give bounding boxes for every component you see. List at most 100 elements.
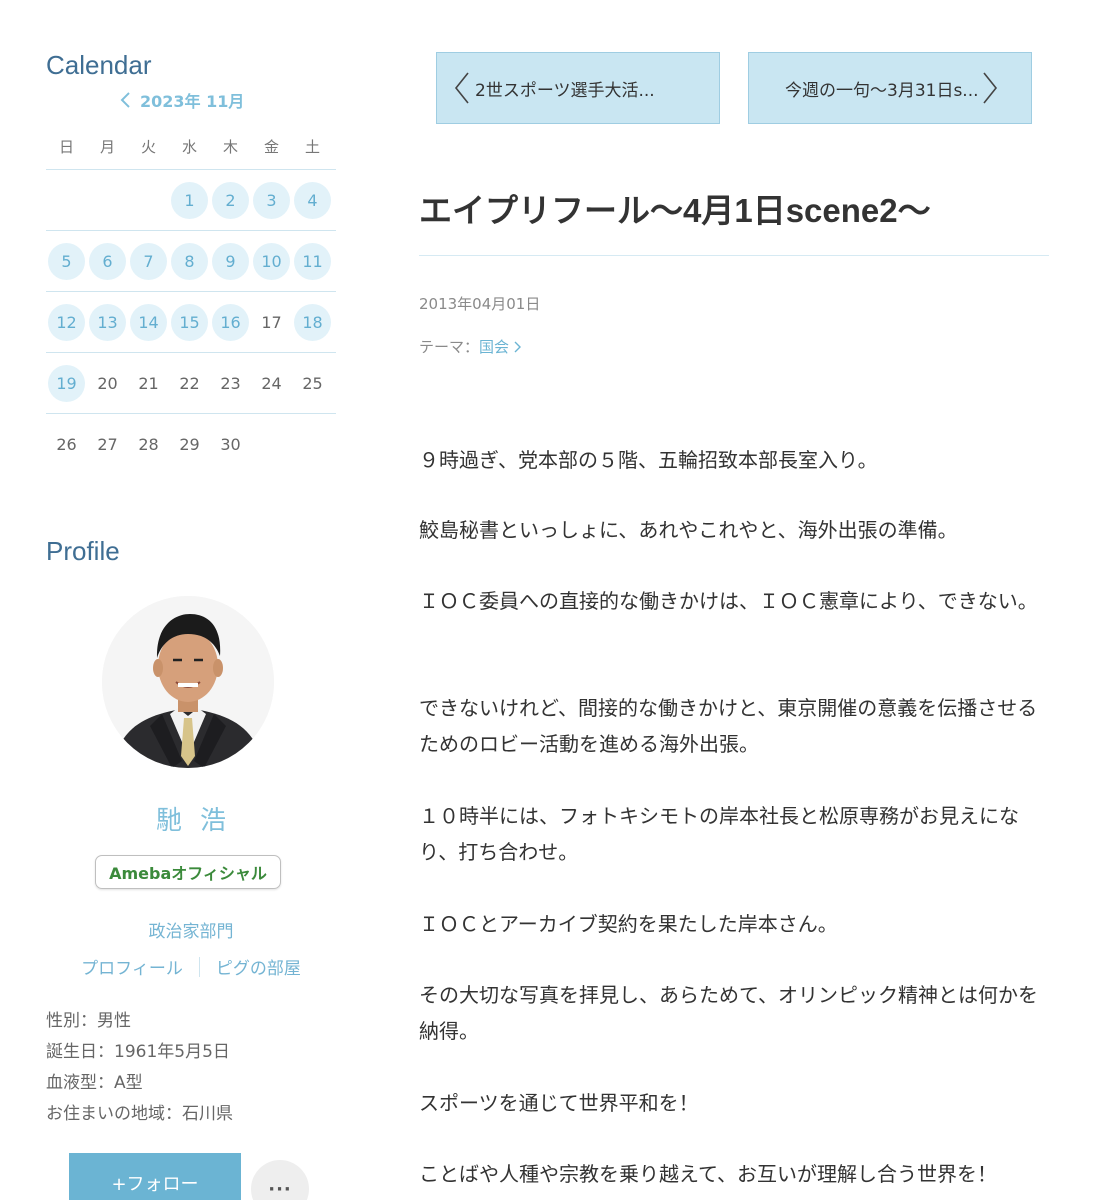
calendar-day: 20 xyxy=(97,373,118,393)
entry-theme: テーマ： 国会 xyxy=(419,336,522,357)
entry-paragraph: ＩＯＣとアーカイブ契約を果たした岸本さん。 xyxy=(419,912,838,936)
calendar-day: 25 xyxy=(302,373,323,393)
calendar-cell: 17 xyxy=(251,292,292,352)
entry-date: 2013年04月01日 xyxy=(419,295,541,313)
profile-link[interactable]: プロフィール xyxy=(81,954,183,979)
calendar-cell: 2 xyxy=(210,170,251,230)
profile-gender: 性別：男性 xyxy=(46,1011,131,1031)
entry-paragraph: 鮫島秘書といっしょに、あれやこれやと、海外出張の準備。 xyxy=(419,518,958,542)
calendar-cell: 24 xyxy=(251,353,292,413)
calendar-day[interactable]: 11 xyxy=(294,242,331,280)
entry-paragraph: ことばや人種や宗教を乗り越えて、お互いが理解し合う世界を！ xyxy=(419,1162,997,1186)
calendar-cell: 29 xyxy=(169,414,210,474)
profile-title: Profile xyxy=(46,536,120,566)
calendar-day[interactable]: 15 xyxy=(171,303,208,341)
calendar-month-label: 2023年 11月 xyxy=(140,92,245,111)
calendar-cell: 25 xyxy=(292,353,333,413)
calendar-cell xyxy=(87,170,128,230)
calendar-weekday: 金 xyxy=(263,138,279,156)
calendar-day: 21 xyxy=(138,373,159,393)
entry-paragraph: ＩＯＣ委員への直接的な働きかけは、ＩＯＣ憲章により、できない。 xyxy=(419,589,1038,613)
calendar-cell: 19 xyxy=(46,353,87,413)
pigg-room-link[interactable]: ピグの部屋 xyxy=(216,954,301,979)
calendar-cell: 12 xyxy=(46,292,87,352)
calendar-day[interactable]: 13 xyxy=(89,303,126,341)
profile-name[interactable]: 馳浩 xyxy=(46,800,336,837)
calendar-cell: 18 xyxy=(292,292,333,352)
category-link[interactable]: 政治家部門 xyxy=(46,917,336,942)
calendar-week-row: 12 13 14 15 16 17 18 xyxy=(46,291,336,352)
calendar-day: 30 xyxy=(220,434,241,454)
calendar-cell: 10 xyxy=(251,231,292,291)
next-entry-label: 今週の一句〜3月31日s... xyxy=(785,80,979,101)
profile-avatar[interactable] xyxy=(102,596,274,768)
calendar-day: 23 xyxy=(220,373,241,393)
calendar-cell: 20 xyxy=(87,353,128,413)
entry-paragraph: その大切な写真を拝見し、あらためて、オリンピック精神とは何かを納得。 xyxy=(419,983,1038,1043)
calendar-day[interactable]: 7 xyxy=(130,242,167,280)
calendar-cell: 28 xyxy=(128,414,169,474)
calendar-cell xyxy=(128,170,169,230)
entry-title[interactable]: エイプリフール〜4月1日scene2〜 xyxy=(419,184,931,232)
entry-paragraph: １０時半には、フォトキシモトの岸本社長と松原専務がお見えになり、打ち合わせ。 xyxy=(419,804,1019,864)
calendar-weekday: 月 xyxy=(99,138,115,156)
calendar-day[interactable]: 5 xyxy=(48,242,85,280)
entry-paragraph: ９時過ぎ、党本部の５階、五輪招致本部長室入り。 xyxy=(419,448,878,472)
calendar-day: 26 xyxy=(56,434,77,454)
prev-entry-button[interactable]: 2世スポーツ選手大活... xyxy=(436,52,720,124)
calendar-cell: 4 xyxy=(292,170,333,230)
calendar-day[interactable]: 2 xyxy=(212,181,249,219)
profile-links: プロフィール ピグの部屋 xyxy=(46,954,336,979)
follow-button[interactable]: +フォロー xyxy=(69,1153,241,1200)
calendar-day[interactable]: 14 xyxy=(130,303,167,341)
divider xyxy=(198,956,200,977)
calendar-cell: 27 xyxy=(87,414,128,474)
calendar-cell: 8 xyxy=(169,231,210,291)
chevron-right-icon xyxy=(514,341,522,352)
calendar-day: 22 xyxy=(179,373,200,393)
calendar-day[interactable]: 1 xyxy=(171,181,208,219)
theme-label: 国会 xyxy=(479,338,510,356)
calendar-day[interactable]: 6 xyxy=(89,242,126,280)
calendar-cell: 3 xyxy=(251,170,292,230)
calendar-day: 17 xyxy=(261,312,282,332)
calendar-cell: 26 xyxy=(46,414,87,474)
calendar-day[interactable]: 16 xyxy=(212,303,249,341)
calendar-week-row: 19 20 21 22 23 24 25 xyxy=(46,352,336,413)
calendar-weekday: 木 xyxy=(222,138,238,156)
calendar-cell xyxy=(251,414,292,474)
calendar-weekday: 火 xyxy=(140,138,156,156)
calendar-day[interactable]: 19 xyxy=(48,364,85,402)
calendar-day[interactable]: 18 xyxy=(294,303,331,341)
calendar-cell: 1 xyxy=(169,170,210,230)
calendar-day[interactable]: 3 xyxy=(253,181,290,219)
more-options-button[interactable]: ··· xyxy=(251,1160,309,1200)
calendar-day[interactable]: 10 xyxy=(253,242,290,280)
calendar-cell: 5 xyxy=(46,231,87,291)
calendar-day[interactable]: 8 xyxy=(171,242,208,280)
calendar-cell: 21 xyxy=(128,353,169,413)
blog-page: Calendar 2023年 11月 日月火水木金土 1 2 3 4 5 6 7 8 9 10 11 1… xyxy=(0,0,1108,1200)
calendar-day[interactable]: 12 xyxy=(48,303,85,341)
calendar-day[interactable]: 9 xyxy=(212,242,249,280)
theme-link[interactable]: 国会 xyxy=(479,336,522,357)
calendar-cell: 6 xyxy=(87,231,128,291)
calendar-weekday: 水 xyxy=(181,138,197,156)
entry-paragraph: スポーツを通じて世界平和を！ xyxy=(419,1091,699,1115)
calendar-day: 27 xyxy=(97,434,118,454)
calendar-week-row: 1234 xyxy=(46,169,336,230)
official-badge: Amebaオフィシャル xyxy=(95,855,281,889)
calendar-cell: 23 xyxy=(210,353,251,413)
calendar-cell xyxy=(46,170,87,230)
profile-region: お住まいの地域：石川県 xyxy=(46,1104,233,1124)
calendar-weekday: 土 xyxy=(304,138,320,156)
profile-birthday: 誕生日：1961年5月5日 xyxy=(46,1042,230,1062)
next-entry-button[interactable]: 今週の一句〜3月31日s... xyxy=(748,52,1032,124)
calendar-title: Calendar xyxy=(46,50,152,80)
calendar-week-row: 26 27 28 29 30 xyxy=(46,413,336,474)
calendar-day[interactable]: 4 xyxy=(294,181,331,219)
chevron-left-icon[interactable] xyxy=(118,88,134,112)
divider xyxy=(419,255,1049,256)
calendar-grid: 日月火水木金土 1 2 3 4 5 6 7 8 9 10 11 12 13 14 15 16 17 18 19 20 21… xyxy=(46,124,336,474)
profile-info: 性別：男性 誕生日：1961年5月5日 血液型：A型 お住まいの地域：石川県 xyxy=(46,1008,233,1132)
